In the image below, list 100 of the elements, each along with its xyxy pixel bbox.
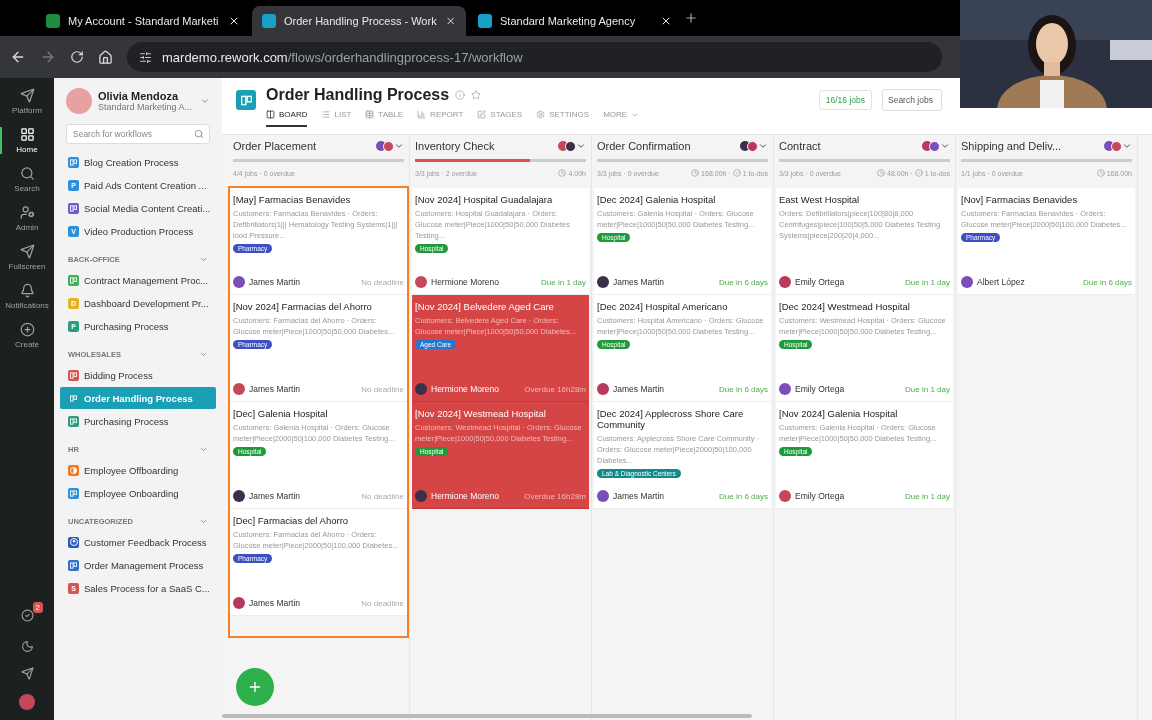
add-button[interactable] <box>236 668 274 706</box>
avatar <box>233 597 245 609</box>
rail-item[interactable]: Create <box>0 322 54 349</box>
star-icon[interactable] <box>471 90 482 100</box>
count-badge: 2 <box>32 602 43 613</box>
avatar[interactable] <box>19 694 35 710</box>
search-field[interactable]: Search for workflows <box>66 124 210 144</box>
person-icon <box>68 536 79 548</box>
caret-icon[interactable] <box>200 96 210 106</box>
caret-icon[interactable] <box>394 141 404 151</box>
workflow-item[interactable]: Purchasing Process <box>60 410 216 432</box>
avatar <box>233 490 245 502</box>
collapse-icon[interactable] <box>199 517 208 526</box>
workflow-item[interactable]: Contract Management Proc... <box>60 269 216 291</box>
view-tab[interactable]: BOARD <box>266 110 308 127</box>
avatar <box>597 383 609 395</box>
workflow-item[interactable]: Blog Creation Process <box>60 151 216 173</box>
moon-icon[interactable] <box>20 640 34 653</box>
site-settings-icon[interactable] <box>139 50 152 64</box>
bar-chart-icon <box>417 110 427 119</box>
send-icon <box>19 244 35 259</box>
new-tab-icon[interactable] <box>684 11 698 25</box>
rail-item[interactable]: Platform <box>0 88 54 115</box>
workflow-item[interactable]: Social Media Content Creati... <box>60 197 216 219</box>
table-icon <box>365 110 375 119</box>
workflow-item[interactable]: Order Management Process <box>60 554 216 576</box>
caret-icon[interactable] <box>1122 141 1132 151</box>
workflow-item[interactable]: Customer Feedback Process <box>60 531 216 553</box>
due-text: No deadline <box>361 491 404 501</box>
column-title: Inventory Check <box>415 140 495 152</box>
due-text: Due in 6 days <box>719 277 768 287</box>
browser-tab[interactable]: Standard Marketing Agency <box>468 6 682 36</box>
avatar <box>929 140 940 152</box>
rail-item[interactable]: Fullscreen <box>0 244 54 271</box>
card-title: [Nov 2024] Westmead Hospital <box>415 408 547 419</box>
due-text: Due in 1 day <box>541 277 586 287</box>
assignee-name: Hermione Moreno <box>431 277 501 287</box>
url-text: mardemo.rework.com/flows/orderhandlingprocess-17/workflow <box>162 49 523 65</box>
column-title: Shipping and Deliv... <box>961 140 1062 152</box>
card-title: [Nov 2024] Farmacias del Ahorro <box>233 301 373 312</box>
board-icon <box>68 156 79 168</box>
search-field[interactable]: Search jobs <box>882 89 942 111</box>
workflow-item[interactable]: Employee Onboarding <box>60 482 216 504</box>
board-icon <box>68 559 79 571</box>
assignee-name: James Martin <box>613 491 665 501</box>
board-icon <box>68 487 79 499</box>
workflow-icon <box>236 90 256 110</box>
column-title: Order Confirmation <box>597 140 691 152</box>
tab-title: My Account - Standard Marketi <box>68 15 220 27</box>
caret-icon[interactable] <box>758 141 768 151</box>
due-text: Due in 6 days <box>719 491 768 501</box>
assignee-name: Albert López <box>977 277 1026 287</box>
due-text: Overdue 16h28m <box>524 384 586 394</box>
rail-item[interactable]: Home <box>0 127 54 154</box>
assignee-name: Emily Ortega <box>795 384 846 394</box>
forward-icon[interactable] <box>40 49 56 65</box>
scrollbar[interactable] <box>222 714 752 718</box>
search-icon[interactable] <box>194 129 204 139</box>
close-icon[interactable] <box>228 15 240 27</box>
card-title: [Dec 2024] Westmead Hospital <box>779 301 911 312</box>
browser-tab[interactable]: Order Handling Process - Work <box>252 6 466 36</box>
avatar <box>415 383 427 395</box>
caret-icon[interactable] <box>576 141 586 151</box>
home-icon[interactable] <box>98 49 113 65</box>
card-title: [Dec 2024] Applecross Shore Care Community <box>597 408 745 430</box>
address-bar[interactable]: mardemo.rework.com/flows/orderhandlingprocess-17/workflow <box>127 42 942 72</box>
todo-icon <box>732 169 741 177</box>
card-title: [Dec 2024] Hospital Americano <box>597 301 729 312</box>
rail-item[interactable]: Search <box>0 166 54 193</box>
rail-item[interactable]: Notifications <box>0 283 54 310</box>
workflow-item[interactable]: Bidding Process <box>60 364 216 386</box>
due-text: Overdue 16h28m <box>524 491 586 501</box>
browser-tab[interactable]: My Account - Standard Marketi <box>36 6 250 36</box>
rail-item[interactable]: Admin <box>0 205 54 232</box>
card-title: [May] Farmacias Benavides <box>233 194 352 205</box>
pen-icon <box>477 110 487 119</box>
tasks-icon[interactable] <box>20 609 34 622</box>
avatar <box>597 276 609 288</box>
jobs-count: 16/16 jobs <box>818 90 872 110</box>
avatar <box>1111 140 1122 152</box>
close-icon[interactable] <box>660 15 672 27</box>
due-text: Due in 6 days <box>719 384 768 394</box>
collapse-icon[interactable] <box>199 445 208 454</box>
plus-icon <box>19 322 35 337</box>
bell-icon <box>19 283 35 298</box>
send-icon[interactable] <box>20 667 34 680</box>
collapse-icon[interactable] <box>199 350 208 359</box>
reload-icon[interactable] <box>70 50 84 64</box>
tab-title: Order Handling Process - Work <box>284 15 437 27</box>
card-title: [Dec] Farmacias del Ahorro <box>233 515 350 526</box>
avatar <box>233 276 245 288</box>
due-text: No deadline <box>361 598 404 608</box>
assignee-name: Emily Ortega <box>795 277 846 287</box>
todo-icon <box>914 169 923 177</box>
back-icon[interactable] <box>10 49 26 65</box>
due-text: Due in 6 days <box>1083 277 1132 287</box>
workflow-item[interactable]: Employee Offboarding <box>60 459 216 481</box>
collapse-icon[interactable] <box>199 255 208 264</box>
caret-icon[interactable] <box>940 141 950 151</box>
list-icon <box>321 110 331 119</box>
